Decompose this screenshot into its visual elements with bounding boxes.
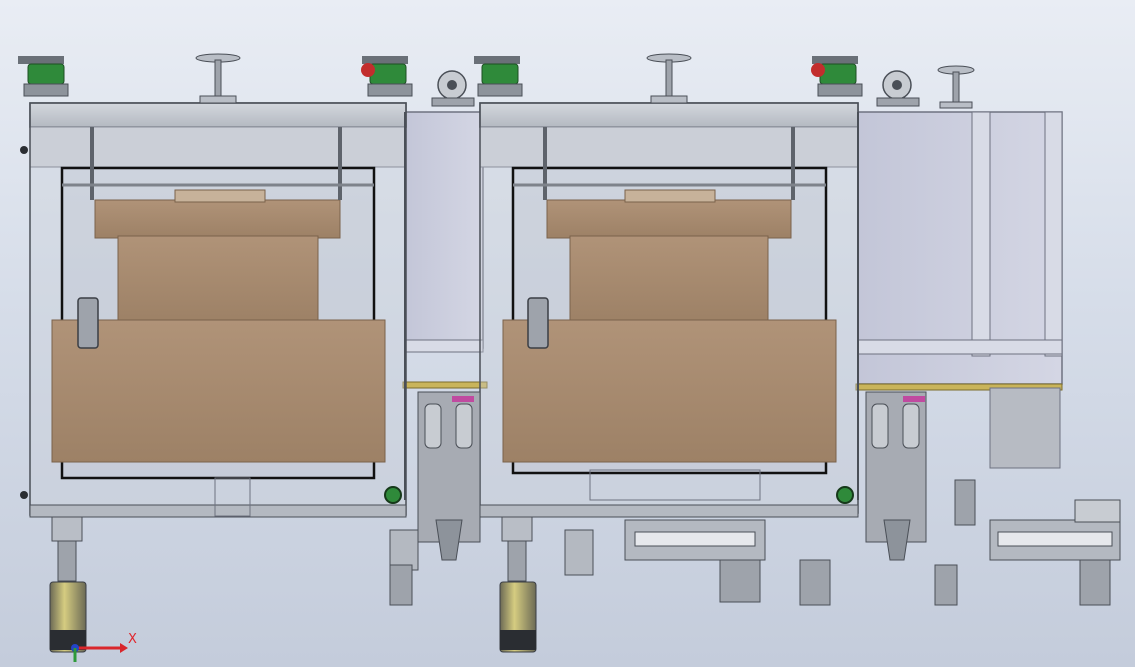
leveling-foot-icon: [937, 65, 975, 109]
middle-panel: [402, 111, 488, 389]
cad-viewport[interactable]: X: [0, 0, 1135, 667]
triad-x-label: X: [128, 632, 137, 647]
enclosure-unit-2: [479, 102, 859, 518]
linear-actuator-2: [954, 479, 1121, 606]
leveling-foot-icon: [646, 53, 692, 104]
assembly-drawing: X: [18, 53, 1121, 662]
cardboard-box-2: [502, 189, 837, 463]
leveling-foot-icon: [195, 53, 241, 104]
green-mount-left-2: [474, 56, 523, 97]
drive-motor-1: [49, 516, 87, 653]
drive-motor-2: [499, 516, 537, 653]
green-mount-right-2: [811, 56, 863, 97]
green-mount-right-1: [361, 56, 413, 97]
cardboard-box-1: [51, 189, 386, 463]
caster-wheel-icon: [431, 70, 475, 107]
enclosure-unit-1: [20, 102, 407, 518]
caster-wheel-icon: [876, 70, 920, 107]
green-mount-left-1: [18, 56, 69, 97]
